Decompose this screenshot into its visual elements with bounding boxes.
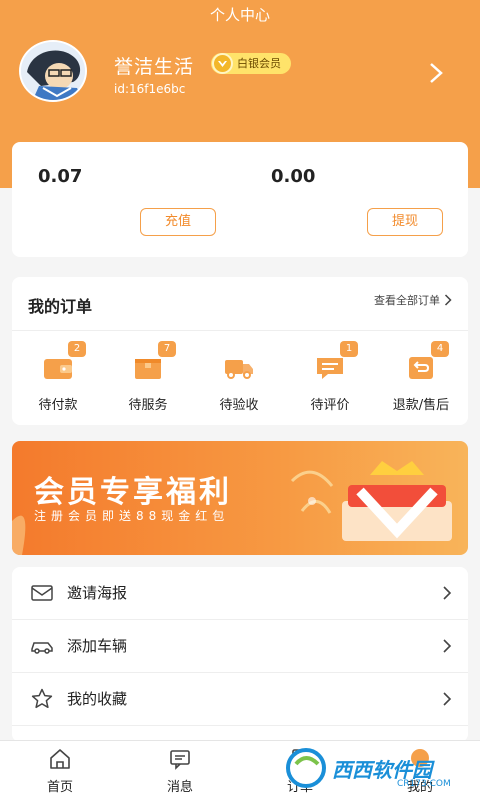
watermark-subtext: CR173.COM	[397, 779, 451, 789]
order-pending-payment[interactable]: 2 待付款	[18, 341, 98, 413]
orders-title: 我的订单	[28, 297, 93, 316]
crown-icon	[212, 53, 233, 74]
menu-item-invite-poster[interactable]: 邀请海报	[12, 567, 468, 620]
order-label: 待评价	[310, 398, 350, 413]
truck-icon	[223, 353, 255, 381]
car-icon	[30, 634, 54, 658]
points-amount: 0.00	[271, 166, 316, 187]
chevron-right-icon	[442, 638, 452, 654]
wallet-icon	[42, 353, 74, 381]
order-pending-service[interactable]: 7 待服务	[108, 341, 188, 413]
message-icon	[168, 747, 192, 771]
user-name: 誉洁生活	[114, 56, 195, 78]
order-pending-acceptance[interactable]: 待验收	[199, 343, 279, 413]
divider	[12, 330, 468, 331]
balance-amount: 0.07	[38, 166, 83, 187]
avatar[interactable]	[19, 40, 87, 102]
box-icon	[132, 353, 164, 381]
order-label: 待付款	[38, 398, 78, 413]
tab-messages[interactable]: 消息	[120, 741, 240, 800]
chevron-right-icon	[444, 294, 452, 306]
recharge-button[interactable]: 充值	[140, 208, 216, 236]
menu-item-label: 邀请海报	[67, 584, 128, 602]
order-count-badge: 2	[68, 341, 86, 357]
refund-icon	[405, 353, 437, 381]
comment-icon	[314, 353, 346, 381]
member-badge: 白银会员	[211, 53, 291, 74]
star-icon	[30, 687, 54, 711]
order-refund-aftersale[interactable]: 4 退款/售后	[381, 341, 461, 413]
banner-title: 会员专享福利	[34, 475, 232, 510]
menu-list: 邀请海报 添加车辆 我的收藏	[12, 567, 468, 742]
order-count-badge: 4	[431, 341, 449, 357]
order-pending-review[interactable]: 1 待评价	[290, 341, 370, 413]
home-icon	[48, 747, 72, 771]
view-all-orders-link[interactable]: 查看全部订单	[374, 292, 452, 308]
orders-card: 我的订单 查看全部订单 2 待付款 7 待服务 待验收 1 待评价 4 退款/售…	[12, 277, 468, 425]
order-count-badge: 1	[340, 341, 358, 357]
tab-label: 首页	[46, 780, 73, 795]
user-id: id:16f1e6bc	[114, 82, 186, 96]
order-label: 待服务	[128, 398, 168, 413]
menu-item-favorites[interactable]: 我的收藏	[12, 673, 468, 726]
menu-item-add-vehicle[interactable]: 添加车辆	[12, 620, 468, 673]
tab-home[interactable]: 首页	[0, 741, 120, 800]
watermark-logo-icon	[286, 748, 326, 788]
withdraw-button[interactable]: 提现	[367, 208, 443, 236]
order-label: 退款/售后	[392, 398, 450, 413]
wallet-card: 0.07 0.00 充值 提现	[12, 142, 468, 257]
chevron-right-icon[interactable]	[425, 58, 447, 88]
order-count-badge: 7	[158, 341, 176, 357]
order-label: 待验收	[219, 398, 259, 413]
tab-label: 消息	[166, 780, 193, 795]
envelope-icon	[30, 581, 54, 605]
menu-item-label: 我的收藏	[67, 690, 128, 708]
banner-subtitle: 注册会员即送88现金红包	[34, 509, 230, 523]
view-all-orders-label: 查看全部订单	[374, 294, 440, 307]
site-watermark: 西西软件园 CR173.COM	[282, 742, 467, 798]
member-benefits-banner[interactable]: 会员专享福利 注册会员即送88现金红包	[12, 441, 468, 555]
member-level-label: 白银会员	[237, 57, 281, 70]
menu-item-label: 添加车辆	[67, 637, 128, 655]
chevron-right-icon	[442, 691, 452, 707]
page-title: 个人中心	[209, 6, 270, 24]
chevron-right-icon	[442, 585, 452, 601]
